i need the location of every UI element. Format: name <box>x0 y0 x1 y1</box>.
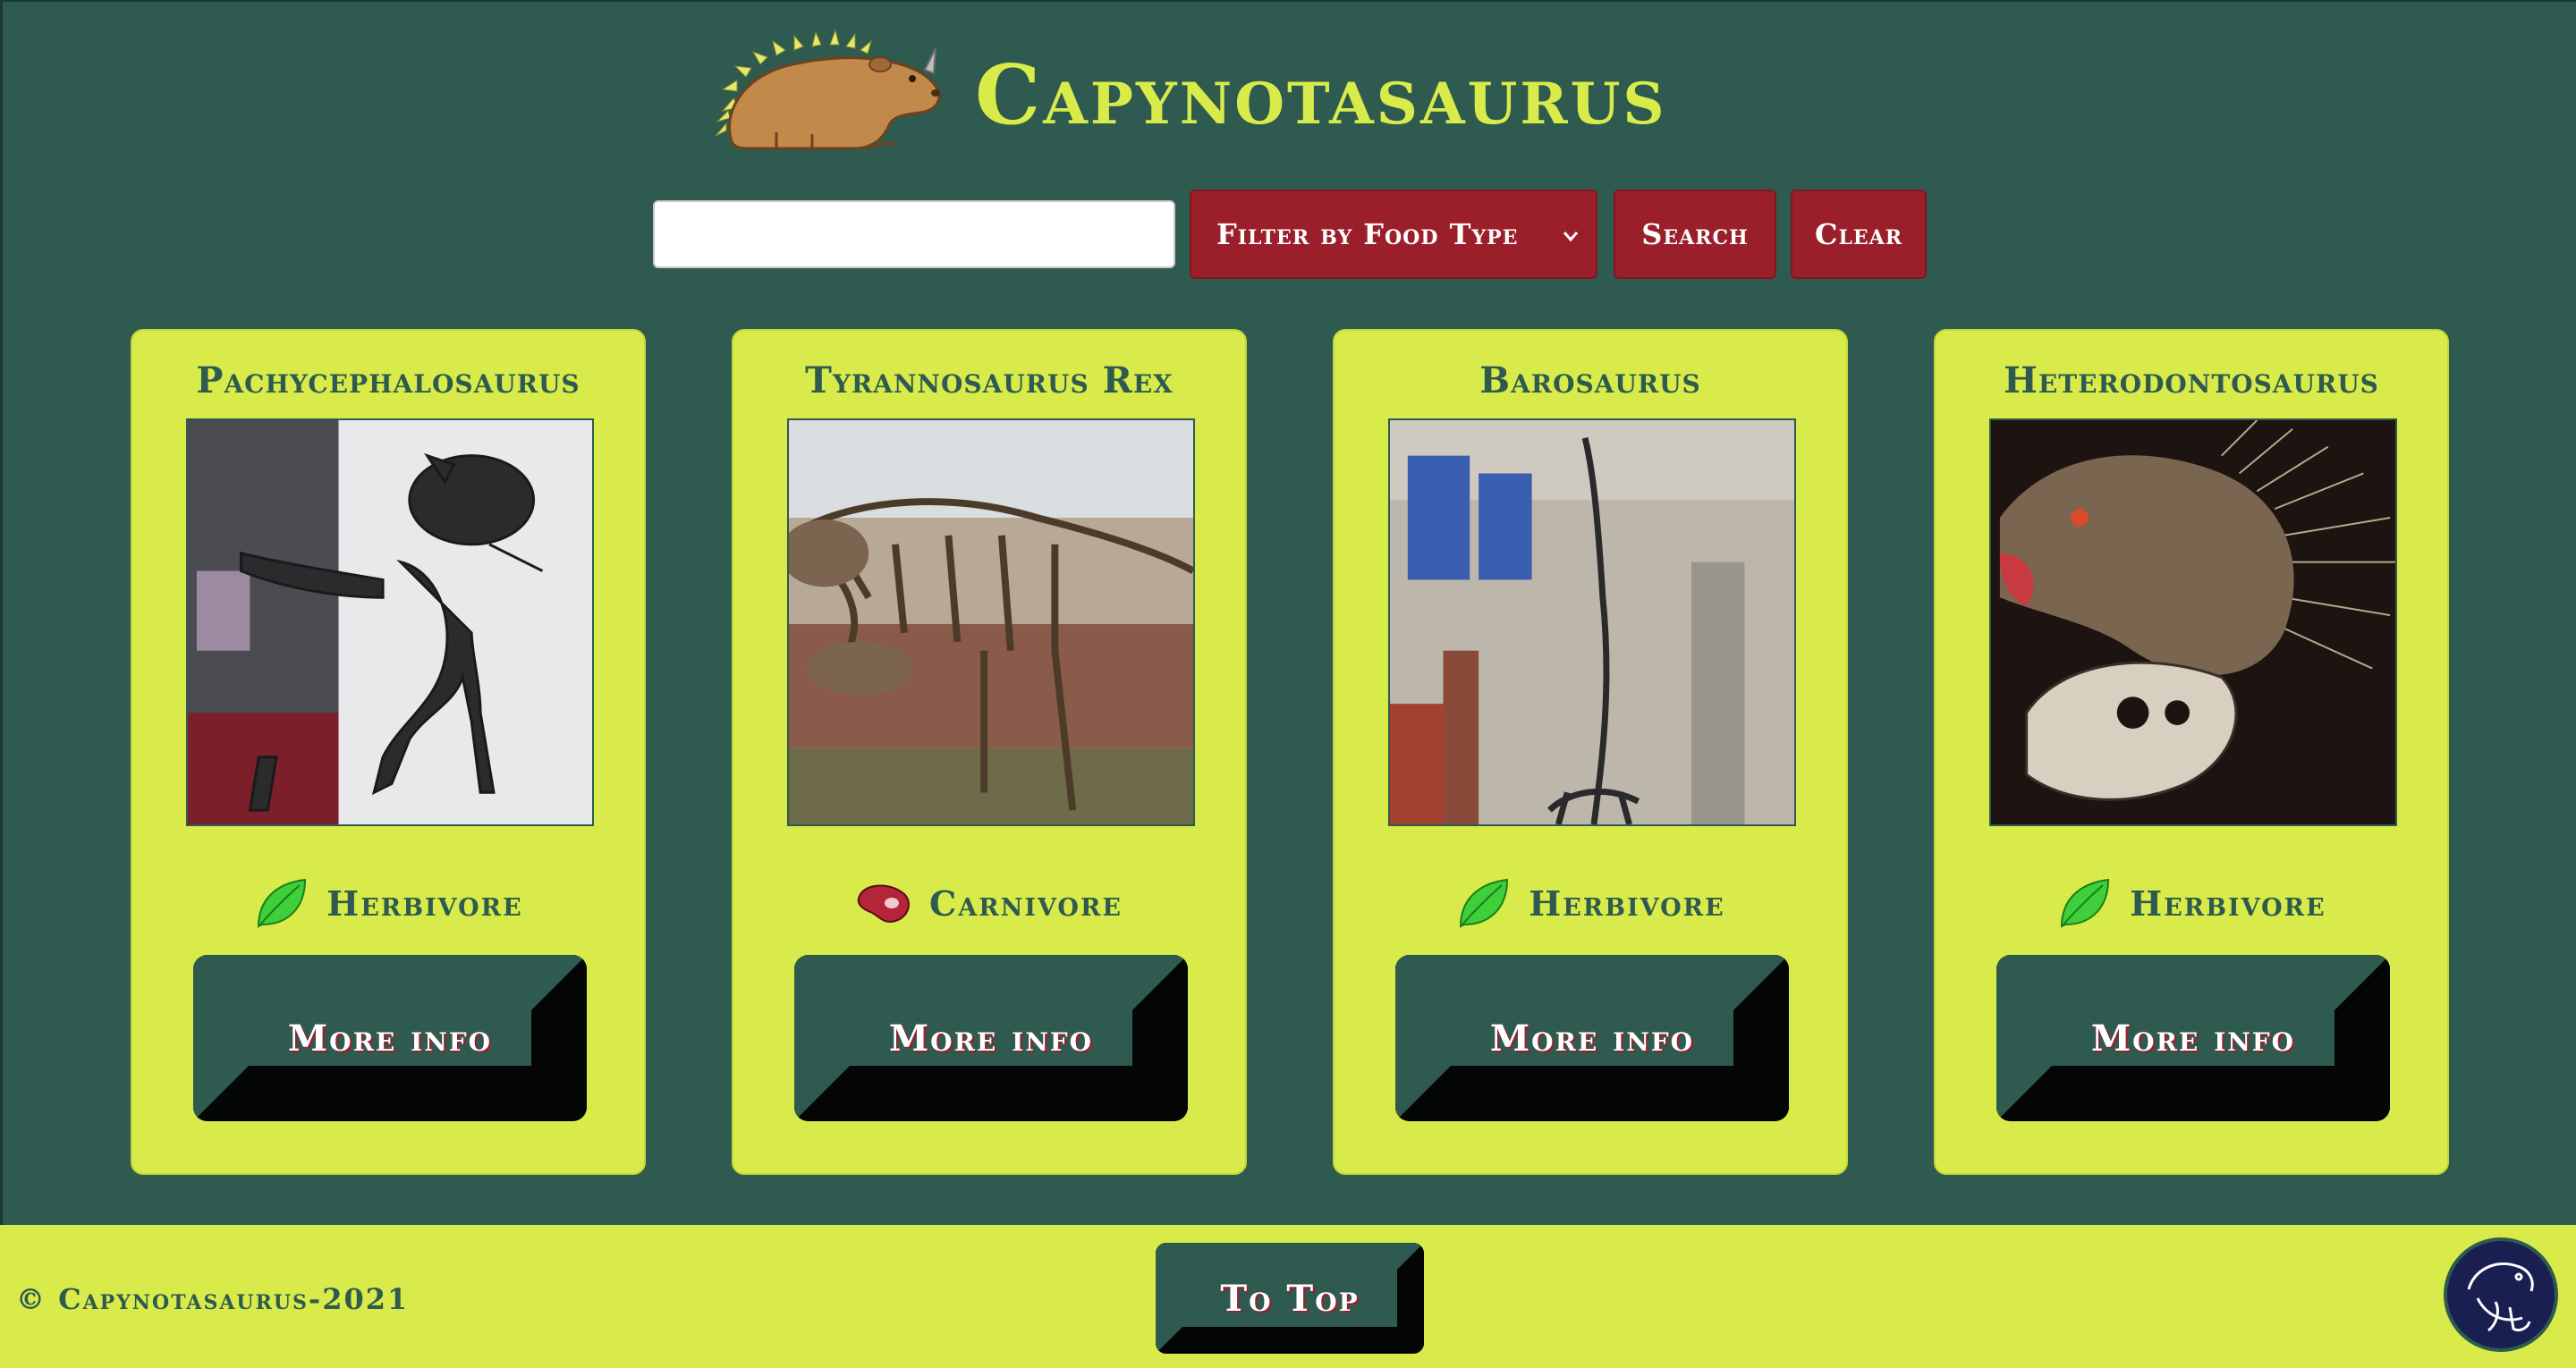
more-info-button[interactable]: More info <box>193 955 587 1121</box>
dinosaur-card: Barosaurus Herbivore More info <box>1333 329 1848 1175</box>
diet-row: Herbivore <box>1936 867 2447 939</box>
leaf-icon <box>1460 878 1509 928</box>
dinosaur-card: Heterodontosaurus Herbivore More info <box>1934 329 2449 1175</box>
leaf-icon <box>258 878 307 928</box>
more-info-label: More info <box>888 1017 1094 1060</box>
footer: © Capynotasaurus-2021 To Top <box>0 1225 2576 1368</box>
capybara-dino-logo-icon[interactable] <box>714 25 955 156</box>
dinosaur-name: Heterodontosaurus <box>2004 359 2379 401</box>
diet-label: Herbivore <box>326 882 523 924</box>
filter-label: Filter by Food Type <box>1216 217 1519 251</box>
search-bar: Filter by Food Type Search Clear <box>0 188 2576 281</box>
diet-label: Carnivore <box>929 882 1123 924</box>
more-info-button[interactable]: More info <box>1996 955 2390 1121</box>
dinosaur-image[interactable] <box>787 418 1195 826</box>
clear-button[interactable]: Clear <box>1791 190 1927 279</box>
search-input[interactable] <box>653 200 1175 268</box>
diet-row: Herbivore <box>132 867 644 939</box>
more-info-button[interactable]: More info <box>794 955 1188 1121</box>
more-info-label: More info <box>2090 1017 2296 1060</box>
dinosaur-name: Barosaurus <box>1479 359 1701 401</box>
dinosaur-name: Pachycephalosaurus <box>196 359 580 401</box>
diet-row: Carnivore <box>733 867 1245 939</box>
dinosaur-image[interactable] <box>1989 418 2397 826</box>
diet-label: Herbivore <box>2130 882 2326 924</box>
dinosaur-image[interactable] <box>1388 418 1796 826</box>
copyright-text: © Capynotasaurus-2021 <box>16 1282 410 1316</box>
more-info-button[interactable]: More info <box>1395 955 1789 1121</box>
site-title: Capynotasaurus <box>975 46 1667 143</box>
capybara-badge-icon[interactable] <box>2442 1236 2560 1354</box>
leaf-icon <box>2061 878 2110 928</box>
dinosaur-card: Tyrannosaurus Rex Carnivore More info <box>732 329 1247 1175</box>
diet-row: Herbivore <box>1335 867 1846 939</box>
header: Capynotasaurus <box>0 20 2576 163</box>
food-type-filter-select[interactable]: Filter by Food Type <box>1190 190 1597 279</box>
to-top-button[interactable]: To Top <box>1156 1243 1424 1354</box>
search-button[interactable]: Search <box>1614 190 1776 279</box>
to-top-label: To Top <box>1220 1277 1360 1320</box>
meat-steak-icon <box>857 884 910 923</box>
dinosaur-card: Pachycephalosaurus Herbivore More info <box>131 329 646 1175</box>
diet-label: Herbivore <box>1529 882 1725 924</box>
more-info-label: More info <box>1489 1017 1695 1060</box>
dinosaur-image[interactable] <box>186 418 594 826</box>
chevron-down-icon <box>1563 232 1579 242</box>
more-info-label: More info <box>287 1017 493 1060</box>
dinosaur-name: Tyrannosaurus Rex <box>805 359 1174 401</box>
